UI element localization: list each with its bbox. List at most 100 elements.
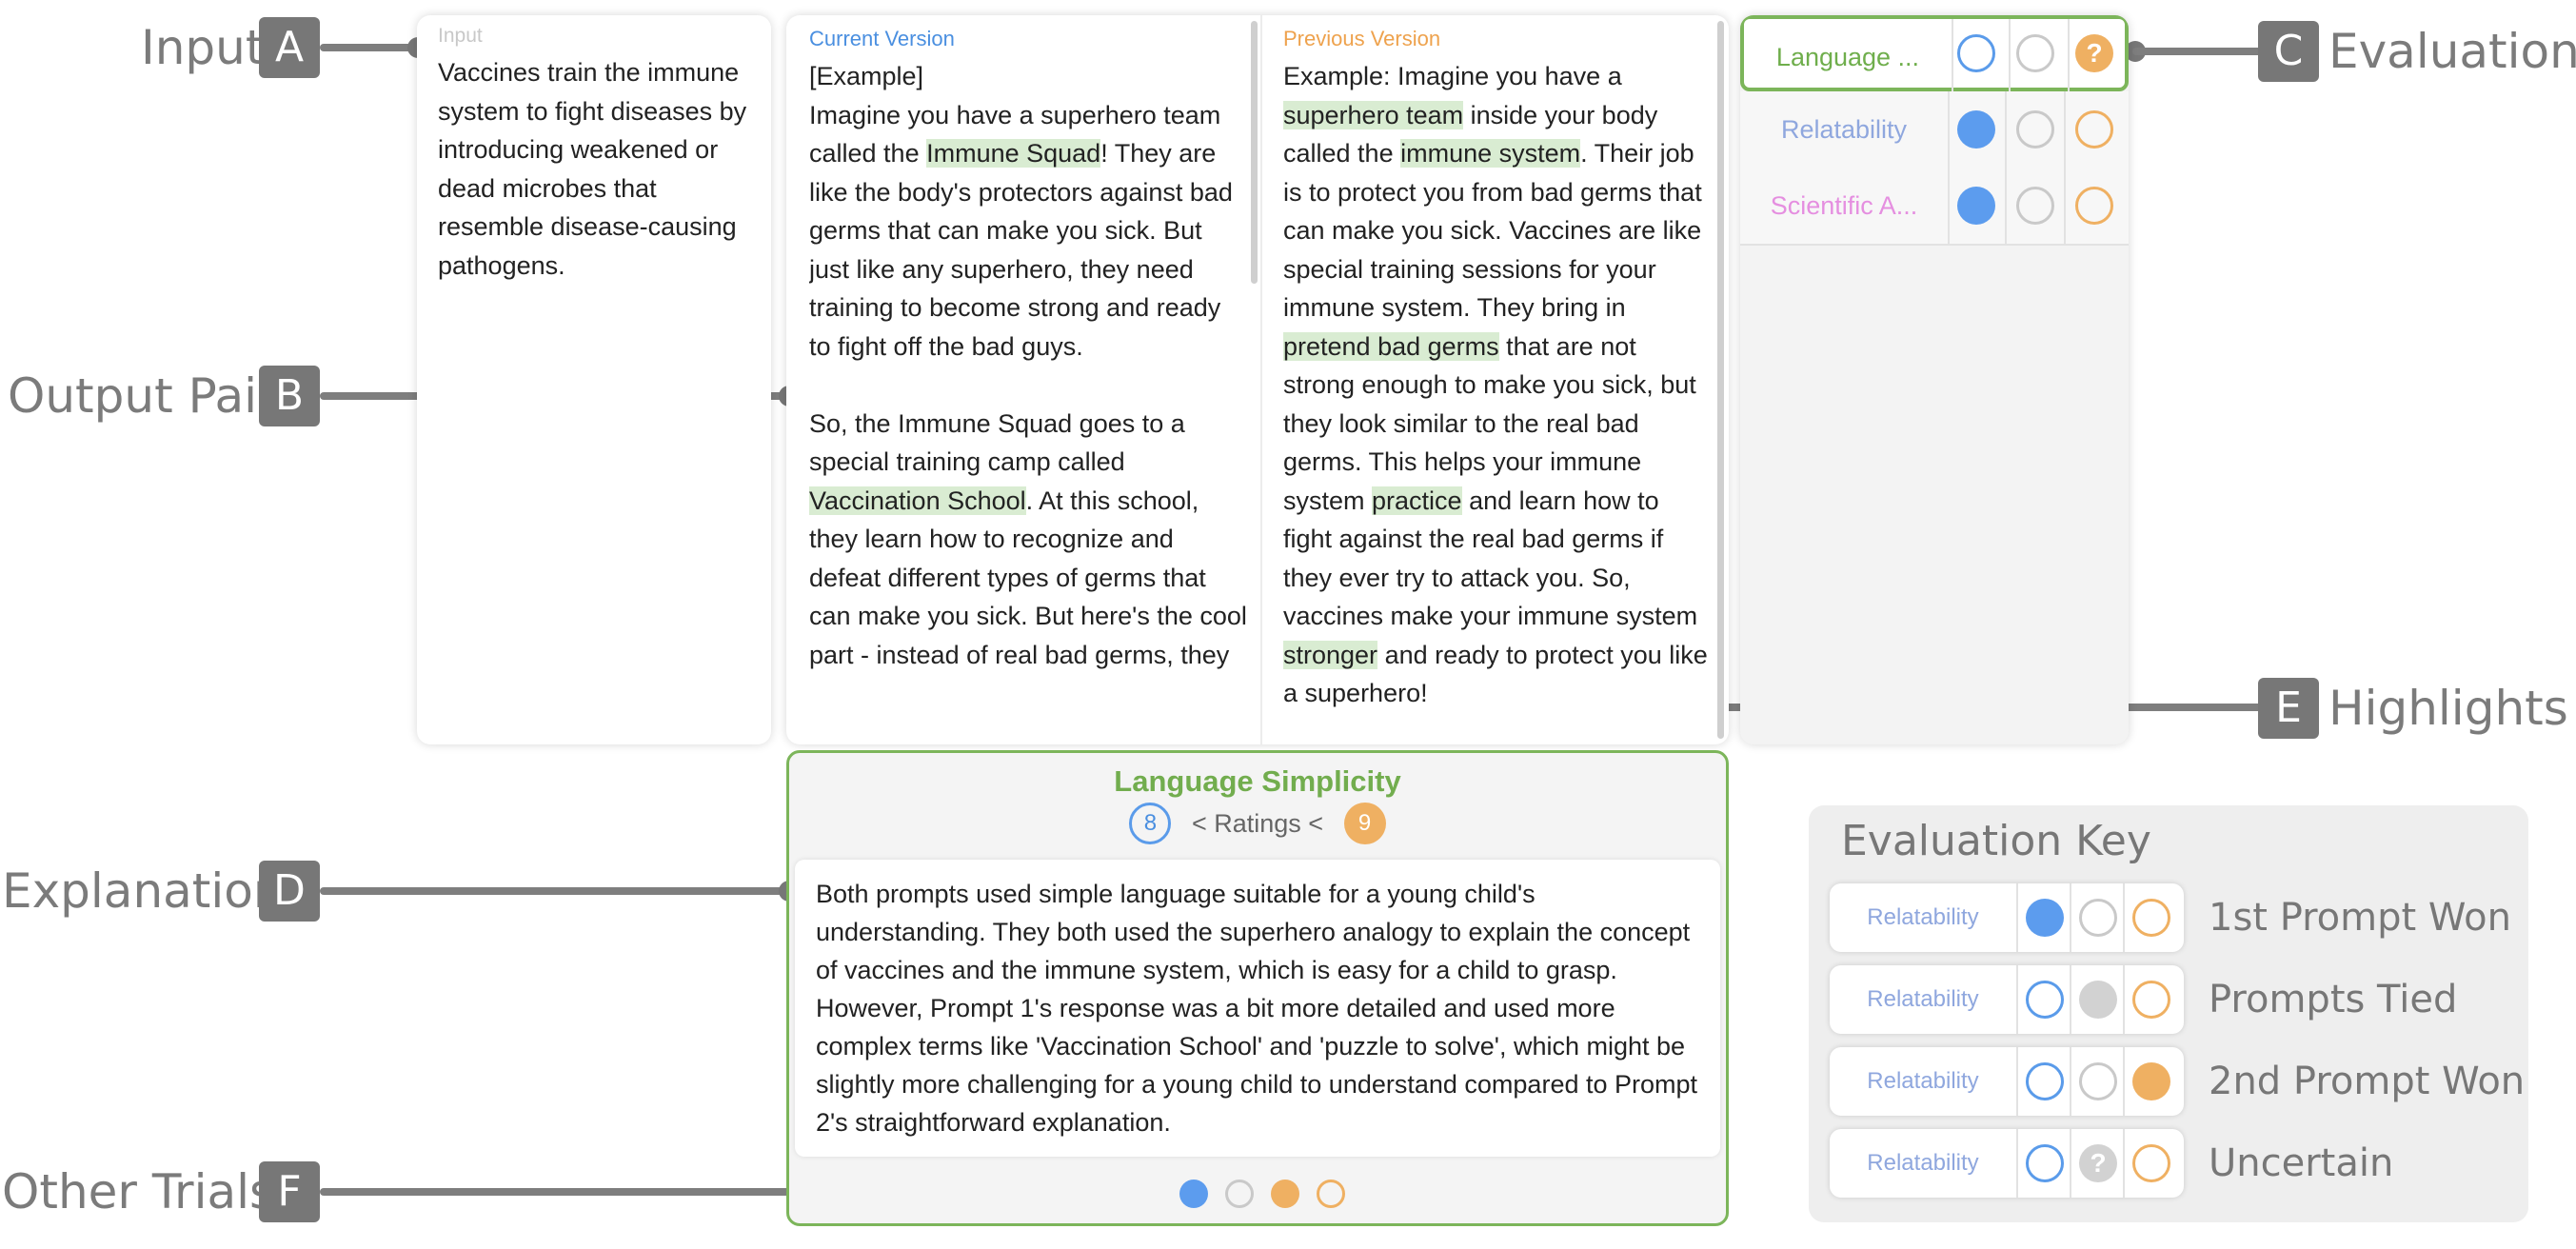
rating-right-badge: 9 xyxy=(1343,803,1386,844)
input-text: Vaccines train the immune system to figh… xyxy=(438,58,754,280)
evaluation-key-row: Relatability xyxy=(1830,965,2184,1034)
key-uncertain-indicator: ? xyxy=(2079,1144,2117,1182)
trial-dot[interactable] xyxy=(1317,1180,1345,1208)
key-prompt-1-indicator xyxy=(2026,899,2064,937)
explanation-title: Language Simplicity xyxy=(1114,764,1401,798)
evaluation-key-separator xyxy=(2070,965,2071,1034)
evaluation-separator xyxy=(1948,91,1950,168)
previous-version-highlight[interactable]: practice xyxy=(1372,486,1462,515)
evaluation-key-criterion: Relatability xyxy=(1867,904,1979,930)
evaluation-row[interactable]: Relatability xyxy=(1740,91,2129,169)
evaluation-key-separator xyxy=(2016,965,2018,1034)
previous-version-text: Example: Imagine you have a superhero te… xyxy=(1283,57,1710,713)
evaluation-key-separator xyxy=(2016,883,2018,952)
other-trials-row xyxy=(789,1176,1726,1214)
evaluation-key-label: 2nd Prompt Won xyxy=(2209,1060,2526,1103)
key-prompt-2-indicator xyxy=(2132,1144,2170,1182)
current-version-text: [Example] Imagine you have a superhero t… xyxy=(809,57,1247,674)
evaluation-key-separator xyxy=(2123,883,2125,952)
evaluation-separator xyxy=(2064,91,2066,168)
explanation-text-box: Both prompts used simple language suitab… xyxy=(795,860,1720,1157)
evaluation-key-label: Uncertain xyxy=(2209,1141,2394,1185)
annotation-other-trials-label: Other Trials xyxy=(2,1164,275,1219)
evaluation-key-criterion: Relatability xyxy=(1867,1068,1979,1094)
previous-version-highlight[interactable]: superhero team xyxy=(1283,100,1464,129)
evaluation-row[interactable]: Scientific A... xyxy=(1740,168,2129,246)
annotation-other-trials-badge: F xyxy=(259,1161,320,1222)
annotation-input-line xyxy=(320,44,415,51)
annotation-evaluations-line xyxy=(2132,48,2262,55)
annotation-explanation-badge: D xyxy=(259,861,320,922)
annotation-evaluations-badge: C xyxy=(2258,21,2319,82)
evaluation-separator xyxy=(2005,168,2007,244)
evaluation-separator xyxy=(2068,19,2070,95)
evaluation-name: Language ... xyxy=(1775,43,1920,71)
key-prompt-1-indicator xyxy=(2026,1144,2064,1182)
annotation-highlights-label: Highlights xyxy=(2328,681,2568,736)
annotation-evaluations-label: Evaluations xyxy=(2328,24,2576,79)
trial-dot[interactable] xyxy=(1225,1180,1254,1208)
previous-version-column[interactable]: Previous Version Example: Imagine you ha… xyxy=(1283,27,1710,744)
prompt-1-won-indicator xyxy=(1957,187,1995,225)
rating-left-badge: 8 xyxy=(1129,803,1172,844)
key-prompt-1-indicator xyxy=(2026,1062,2064,1100)
evaluation-key-separator xyxy=(2070,1047,2071,1116)
previous-version-header: Previous Version xyxy=(1283,27,1441,50)
prompts-tied-indicator xyxy=(2016,34,2054,72)
annotation-explanation-line xyxy=(320,887,788,895)
evaluations-panel: Language ...? Relatability Scientific A... xyxy=(1740,15,2129,744)
evaluation-key-row: Relatability xyxy=(1830,883,2184,952)
prompts-tied-indicator xyxy=(2016,110,2054,149)
input-panel: Input Vaccines train the immune system t… xyxy=(417,15,771,744)
evaluation-key-label: Prompts Tied xyxy=(2209,978,2458,1021)
trial-dot[interactable] xyxy=(1179,1180,1208,1208)
key-prompt-2-indicator xyxy=(2132,1062,2170,1100)
previous-version-highlight[interactable]: immune system xyxy=(1400,139,1581,168)
evaluation-key-criterion: Relatability xyxy=(1867,1150,1979,1176)
evaluation-key-separator xyxy=(2016,1047,2018,1116)
prompt-2-won-indicator xyxy=(2075,187,2113,225)
current-version-text-segment: ! They are like the body's protectors ag… xyxy=(809,139,1233,476)
annotation-input-label: Input xyxy=(141,20,265,75)
annotation-highlights-badge: E xyxy=(2258,678,2319,739)
evaluation-key-separator xyxy=(2070,883,2071,952)
evaluation-key-separator xyxy=(2016,1129,2018,1198)
annotation-output-pair-badge: B xyxy=(259,366,320,426)
evaluation-key-separator xyxy=(2123,1129,2125,1198)
evaluation-key-panel: Evaluation Key Relatability 1st Prompt Wo… xyxy=(1809,805,2528,1222)
evaluation-row[interactable]: Language ...? xyxy=(1740,15,2129,95)
key-prompt-2-indicator xyxy=(2132,899,2170,937)
explanation-text: Both prompts used simple language suitab… xyxy=(816,880,1698,1137)
key-tied-indicator xyxy=(2079,981,2117,1019)
explanation-panel: Language Simplicity 8 < Ratings < 9 Both… xyxy=(786,750,1729,1226)
evaluation-key-label: 1st Prompt Won xyxy=(2209,896,2511,940)
current-version-highlight[interactable]: Vaccination School xyxy=(809,486,1026,515)
evaluation-key-separator xyxy=(2123,965,2125,1034)
previous-version-highlight[interactable]: pretend bad germs xyxy=(1283,331,1499,361)
evaluation-key-separator xyxy=(2070,1129,2071,1198)
evaluation-key-row: Relatability xyxy=(1830,1047,2184,1116)
key-prompt-2-indicator xyxy=(2132,981,2170,1019)
output-pair-panel: Current Version [Example] Imagine you ha… xyxy=(786,15,1729,744)
current-version-header: Current Version xyxy=(809,27,955,50)
key-prompt-1-indicator xyxy=(2026,981,2064,1019)
evaluation-key-separator xyxy=(2123,1047,2125,1116)
current-version-highlight[interactable]: Immune Squad xyxy=(926,139,1101,168)
previous-version-scrollbar[interactable] xyxy=(1717,21,1724,739)
annotation-output-pair-label: Output Pair xyxy=(8,368,277,424)
evaluation-name: Relatability xyxy=(1780,115,1908,144)
evaluation-name: Scientific A... xyxy=(1770,191,1918,220)
trial-dot[interactable] xyxy=(1271,1180,1299,1208)
evaluation-key-criterion: Relatability xyxy=(1867,986,1979,1012)
prompt-2-won-indicator xyxy=(2075,110,2113,149)
ratings-row: 8 < Ratings < 9 xyxy=(789,803,1726,850)
evaluation-key-title: Evaluation Key xyxy=(1841,817,2151,865)
current-version-column[interactable]: Current Version [Example] Imagine you ha… xyxy=(809,27,1247,744)
evaluation-separator xyxy=(1948,168,1950,244)
previous-version-highlight[interactable]: stronger xyxy=(1283,640,1378,669)
annotation-explanation-label: Explanation xyxy=(2,863,284,919)
ratings-label: < Ratings < xyxy=(1191,808,1324,838)
uncertain-indicator: ? xyxy=(2075,34,2113,72)
current-version-scrollbar[interactable] xyxy=(1251,21,1258,284)
annotation-input-badge: A xyxy=(259,17,320,78)
